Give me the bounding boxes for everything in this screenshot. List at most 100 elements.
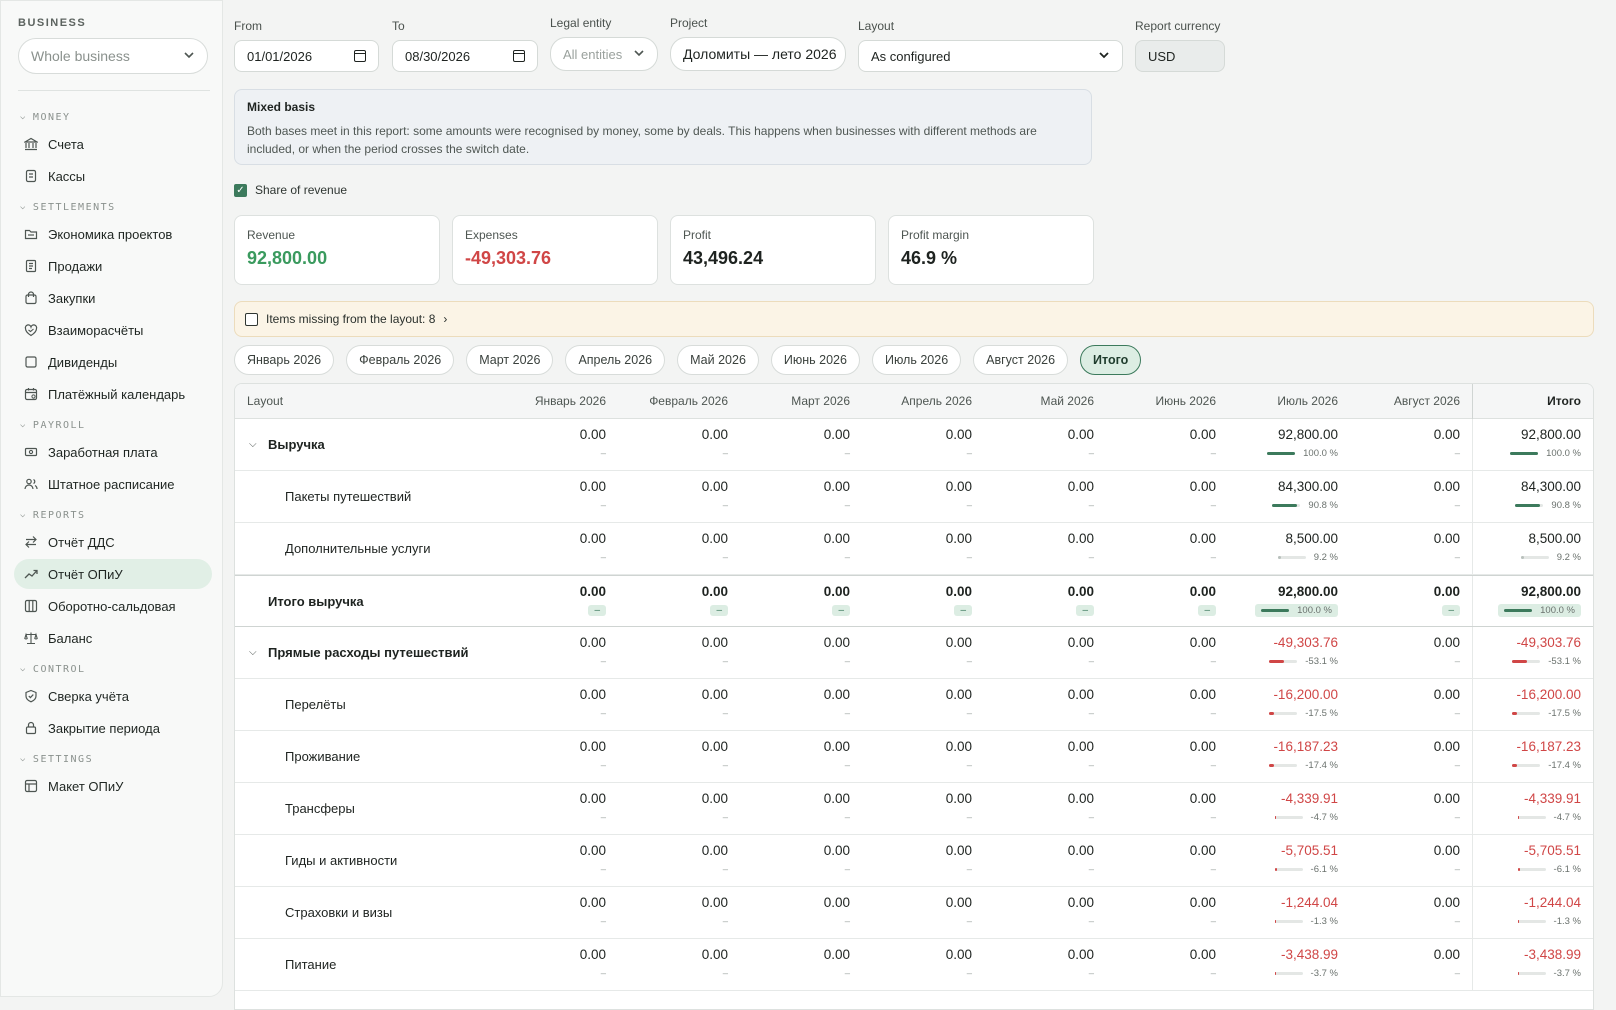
chevron-down-icon[interactable]: ⌵	[20, 420, 27, 430]
sidebar-item[interactable]: Платёжный календарь	[14, 379, 212, 409]
calendar-icon[interactable]	[513, 50, 525, 62]
row-name[interactable]: ⌵ Прямые расходы путешествий	[235, 627, 496, 678]
sidebar-section-payroll[interactable]: ⌵ PAYROLL	[14, 413, 212, 437]
calendar-icon[interactable]	[354, 50, 366, 62]
period-tab[interactable]: Апрель 2026	[565, 345, 666, 375]
from-date-input[interactable]: 01/01/2026	[234, 40, 379, 72]
amount: 0.00	[701, 739, 728, 754]
share-bar	[1267, 451, 1296, 455]
share-percent: -17.4 %	[1548, 759, 1581, 771]
chevron-right-icon[interactable]: ›	[443, 312, 447, 326]
sidebar-item[interactable]: Отчёт ОПиУ	[14, 559, 212, 589]
chevron-down-icon[interactable]: ⌵	[20, 202, 27, 212]
column-header[interactable]: Январь 2026	[496, 384, 618, 419]
sidebar-item[interactable]: Закупки	[14, 283, 212, 313]
value-cell: 0.00 –	[862, 576, 984, 626]
chevron-down-icon[interactable]: ⌵	[20, 664, 27, 674]
amount: 0.00	[823, 635, 850, 650]
sidebar-item[interactable]: Кассы	[14, 161, 212, 191]
checkbox-icon[interactable]	[245, 312, 258, 326]
dash: –	[1088, 811, 1094, 823]
sidebar-item[interactable]: Сверка учёта	[14, 681, 212, 711]
chevron-down-icon[interactable]: ⌵	[249, 439, 268, 450]
period-tab[interactable]: Январь 2026	[234, 345, 335, 375]
sidebar-section-control[interactable]: ⌵ CONTROL	[14, 657, 212, 681]
share-percent: -4.7 %	[1310, 811, 1338, 823]
project-select[interactable]: Доломиты — лето 2026	[670, 37, 846, 71]
share-line: –	[496, 705, 606, 721]
period-tab[interactable]: Август 2026	[973, 345, 1069, 375]
share-bar	[1274, 815, 1303, 819]
sidebar-section-settings[interactable]: ⌵ SETTINGS	[14, 747, 212, 771]
dash: –	[1088, 707, 1094, 719]
row-name[interactable]: ⌵ Выручка	[235, 419, 496, 470]
amount: 0.00	[579, 947, 606, 962]
value-cell: 0.00 –	[862, 783, 984, 834]
sidebar-section-reports[interactable]: ⌵ REPORTS	[14, 503, 212, 527]
sidebar-item[interactable]: Отчёт ДДС	[14, 527, 212, 557]
sidebar-item[interactable]: Экономика проектов	[14, 219, 212, 249]
sidebar-item[interactable]: Продажи	[14, 251, 212, 281]
column-header[interactable]: Итого	[1472, 384, 1593, 419]
period-tab[interactable]: Июнь 2026	[770, 345, 860, 375]
share-line: –	[740, 549, 850, 565]
period-tab[interactable]: Итого	[1080, 345, 1142, 375]
chevron-down-icon[interactable]: ⌵	[20, 112, 27, 122]
column-header[interactable]: Февраль 2026	[618, 384, 740, 419]
amount: -4,339.91	[1523, 791, 1581, 806]
checkbox-checked-icon[interactable]: ✓	[234, 183, 247, 197]
chevron-down-icon[interactable]: ⌵	[20, 510, 27, 520]
period-tab[interactable]: Июль 2026	[871, 345, 962, 375]
share-line: –	[1350, 653, 1460, 669]
column-header[interactable]: Август 2026	[1350, 384, 1472, 419]
share-of-revenue-toggle[interactable]: ✓ Share of revenue	[234, 183, 347, 197]
legal-entity-select[interactable]: All entities	[550, 37, 658, 71]
to-date-input[interactable]: 08/30/2026	[392, 40, 538, 72]
column-header[interactable]: Март 2026	[740, 384, 862, 419]
chevron-down-icon[interactable]: ⌵	[249, 647, 268, 658]
dash: –	[1454, 863, 1460, 875]
sidebar-item[interactable]: Заработная плата	[14, 437, 212, 467]
share-line: –	[1350, 965, 1460, 981]
column-header[interactable]: Май 2026	[984, 384, 1106, 419]
chevron-down-icon[interactable]: ⌵	[20, 754, 27, 764]
sidebar-item[interactable]: Дивиденды	[14, 347, 212, 377]
sidebar-item[interactable]: Закрытие периода	[14, 713, 212, 743]
share-line: –	[618, 445, 728, 461]
share-line: –	[984, 705, 1094, 721]
row-name: Питание	[235, 939, 496, 990]
share-line: –	[1350, 757, 1460, 773]
amount: 0.00	[1067, 479, 1094, 494]
sidebar-section-settlements[interactable]: ⌵ SETTLEMENTS	[14, 195, 212, 219]
value-cell: 0.00 –	[496, 731, 618, 782]
column-header[interactable]: Июль 2026	[1228, 384, 1350, 419]
amount: 0.00	[701, 479, 728, 494]
column-header[interactable]: Апрель 2026	[862, 384, 984, 419]
sidebar-item[interactable]: Взаиморасчёты	[14, 315, 212, 345]
sidebar-item[interactable]: Баланс	[14, 623, 212, 653]
share-line: 100.0 %	[1473, 445, 1581, 461]
column-header[interactable]: Июнь 2026	[1106, 384, 1228, 419]
amount: 0.00	[1067, 427, 1094, 442]
dash: –	[722, 655, 728, 667]
period-tab[interactable]: Май 2026	[677, 345, 759, 375]
amount: 0.00	[1189, 843, 1216, 858]
period-tab[interactable]: Март 2026	[466, 345, 554, 375]
business-select[interactable]: Whole business	[18, 38, 208, 74]
share-line: –	[618, 965, 728, 981]
handshake-icon	[24, 323, 38, 337]
dash: –	[966, 447, 972, 459]
sidebar-item[interactable]: Оборотно-сальдовая	[14, 591, 212, 621]
sidebar-item[interactable]: Макет ОПиУ	[14, 771, 212, 801]
layout-select[interactable]: As configured	[858, 40, 1123, 72]
sidebar-item[interactable]: Счета	[14, 129, 212, 159]
pl-table: Layout Январь 2026 Февраль 2026 Март 2026 Ап…	[234, 383, 1594, 1010]
amount: 0.00	[1189, 687, 1216, 702]
period-tab[interactable]: Февраль 2026	[346, 345, 455, 375]
amount: 0.00	[1433, 791, 1460, 806]
sidebar-section-money[interactable]: ⌵ MONEY	[14, 105, 212, 129]
share-line: -17.4 %	[1228, 757, 1338, 773]
sidebar-item[interactable]: Штатное расписание	[14, 469, 212, 499]
missing-items-banner[interactable]: Items missing from the layout: 8 ›	[234, 301, 1594, 337]
period-tabs: Январь 2026 Февраль 2026 Март 2026 Апрель 2…	[234, 345, 1153, 375]
